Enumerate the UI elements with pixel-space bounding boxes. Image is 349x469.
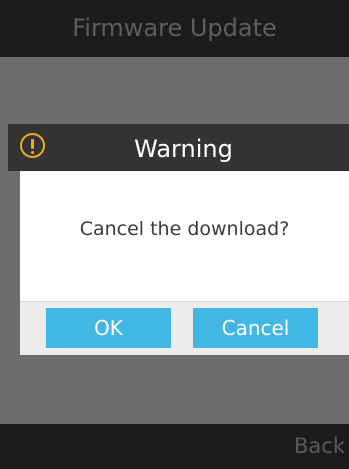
softkey-bar: Back	[0, 424, 349, 469]
dialog-title: Warning	[134, 135, 233, 163]
page-title: Firmware Update	[72, 14, 277, 42]
dialog-button-row: OK Cancel	[20, 301, 349, 355]
dialog-header: Warning	[8, 124, 349, 171]
warning-dialog: Warning Cancel the download? OK Cancel	[8, 124, 349, 355]
back-softkey[interactable]: Back	[294, 424, 345, 469]
screen: Firmware Update Warning Cancel the downl…	[0, 0, 349, 469]
dialog-message: Cancel the download?	[79, 218, 290, 240]
title-bar: Firmware Update	[0, 0, 349, 57]
dialog-body: Cancel the download? OK Cancel	[20, 171, 349, 355]
cancel-button[interactable]: Cancel	[193, 308, 318, 348]
ok-button[interactable]: OK	[46, 308, 171, 348]
